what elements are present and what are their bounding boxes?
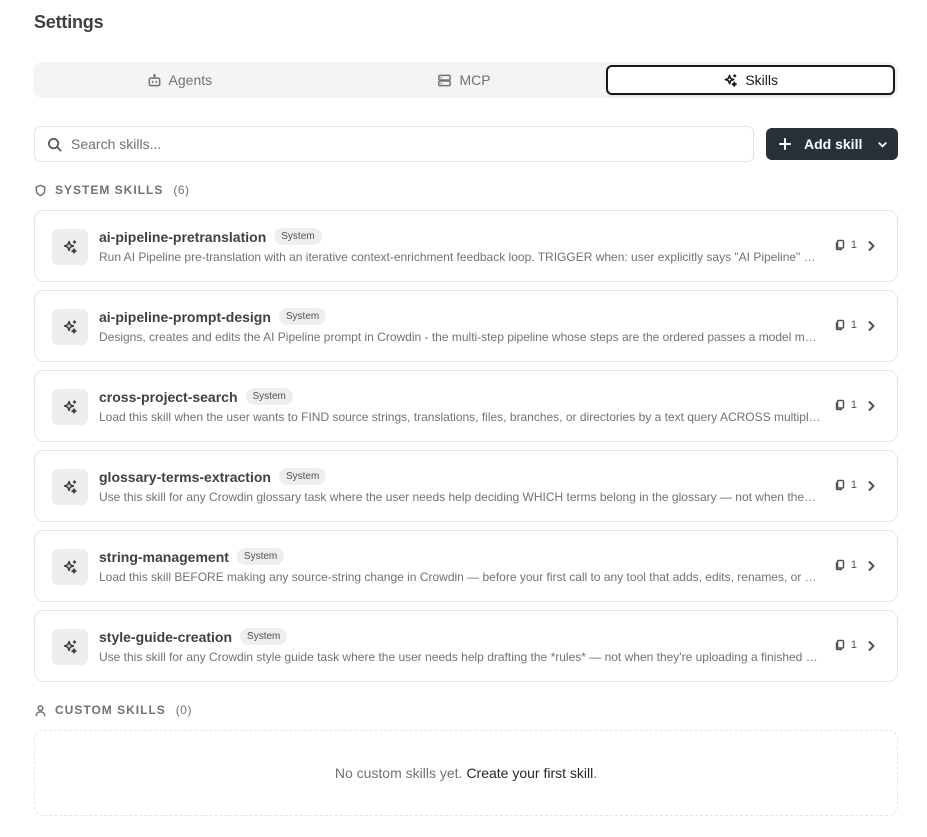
chevron-right-icon[interactable] (864, 559, 878, 573)
file-count: 1 (834, 239, 857, 251)
files-icon (835, 239, 845, 251)
skill-card[interactable]: cross-project-search System Load this sk… (34, 370, 898, 442)
skill-avatar (52, 549, 88, 585)
skill-name: ai-pipeline-prompt-design (99, 308, 271, 325)
create-first-skill-link[interactable]: Create your first skill (466, 765, 593, 781)
tab-skills[interactable]: Skills (606, 65, 896, 95)
tab-agents-label: Agents (168, 72, 213, 88)
empty-state-suffix: . (593, 765, 598, 781)
chevron-right-icon[interactable] (864, 639, 878, 653)
search-input[interactable] (71, 136, 711, 152)
file-count-value: 1 (850, 399, 857, 411)
files-icon (835, 639, 845, 651)
sparkles-icon (63, 560, 77, 574)
tab-mcp-label: MCP (459, 72, 491, 88)
skill-name: cross-project-search (99, 388, 238, 405)
files-icon (835, 399, 845, 411)
files-icon (835, 479, 845, 491)
skill-name: string-management (99, 548, 229, 565)
skill-card[interactable]: ai-pipeline-prompt-design System Designs… (34, 290, 898, 362)
file-count: 1 (834, 399, 857, 411)
file-count-value: 1 (850, 239, 857, 251)
custom-skills-heading: CUSTOM SKILLS (0) (34, 703, 192, 717)
add-skill-button[interactable]: Add skill (766, 128, 898, 160)
file-count: 1 (834, 319, 857, 331)
skill-card[interactable]: ai-pipeline-pretranslation System Run AI… (34, 210, 898, 282)
system-skills-count: (6) (173, 183, 190, 197)
search-icon (48, 137, 62, 151)
server-icon (438, 74, 452, 86)
custom-skills-label: CUSTOM SKILLS (55, 703, 166, 717)
skill-avatar (52, 629, 88, 665)
chevron-down-icon[interactable] (876, 138, 889, 151)
chevron-right-icon[interactable] (864, 239, 878, 253)
sparkles-icon (63, 640, 77, 654)
file-count: 1 (834, 559, 857, 571)
skill-avatar (52, 309, 88, 345)
sparkles-icon (63, 320, 77, 334)
skill-avatar (52, 469, 88, 505)
skill-description: Run AI Pipeline pre-translation with an … (99, 250, 821, 264)
plus-icon (779, 138, 791, 150)
shield-icon (35, 184, 46, 196)
sparkles-icon (63, 400, 77, 414)
skill-description: Load this skill BEFORE making any source… (99, 570, 821, 584)
skill-description: Load this skill when the user wants to F… (99, 410, 821, 424)
skill-description: Designs, creates and edits the AI Pipeli… (99, 330, 821, 344)
skill-name: ai-pipeline-pretranslation (99, 228, 267, 245)
system-badge: System (274, 228, 322, 245)
user-icon (35, 704, 46, 716)
skill-description: Use this skill for any Crowdin glossary … (99, 490, 821, 504)
skill-avatar (52, 229, 88, 265)
search-field[interactable] (34, 126, 754, 162)
empty-state-text: No custom skills yet. (334, 765, 463, 781)
system-skills-heading: SYSTEM SKILLS (6) (34, 183, 190, 197)
skill-card[interactable]: glossary-terms-extraction System Use thi… (34, 450, 898, 522)
custom-skills-count: (0) (175, 703, 192, 717)
add-skill-label: Add skill (804, 136, 863, 152)
system-badge: System (245, 388, 293, 405)
skill-avatar (52, 389, 88, 425)
tab-agents[interactable]: Agents (37, 65, 322, 95)
chevron-right-icon[interactable] (864, 319, 878, 333)
page-title: Settings (34, 12, 104, 32)
chevron-right-icon[interactable] (864, 399, 878, 413)
skill-name: glossary-terms-extraction (99, 468, 271, 485)
system-badge: System (240, 628, 288, 645)
file-count-value: 1 (850, 479, 857, 491)
file-count-value: 1 (850, 559, 857, 571)
system-badge: System (236, 548, 285, 565)
system-skills-list: ai-pipeline-pretranslation System Run AI… (34, 210, 898, 690)
settings-tabs: Agents MCP Skills (34, 62, 898, 98)
system-badge: System (278, 308, 327, 325)
skill-card[interactable]: style-guide-creation System Use this ski… (34, 610, 898, 682)
chevron-right-icon[interactable] (864, 479, 878, 493)
file-count-value: 1 (850, 639, 857, 651)
custom-skills-empty-state: No custom skills yet. Create your first … (34, 730, 898, 816)
sparkles-icon (724, 73, 738, 87)
system-skills-label: SYSTEM SKILLS (55, 183, 164, 197)
file-count: 1 (834, 639, 857, 651)
bot-icon (148, 73, 160, 86)
skill-description: Use this skill for any Crowdin style gui… (99, 650, 821, 664)
files-icon (835, 559, 845, 571)
sparkles-icon (63, 240, 77, 254)
file-count-value: 1 (850, 319, 857, 331)
tab-skills-label: Skills (745, 72, 779, 88)
skill-name: style-guide-creation (99, 628, 233, 645)
files-icon (835, 319, 845, 331)
skill-card[interactable]: string-management System Load this skill… (34, 530, 898, 602)
file-count: 1 (834, 479, 857, 491)
tab-mcp[interactable]: MCP (322, 65, 607, 95)
system-badge: System (278, 468, 327, 485)
sparkles-icon (63, 480, 77, 494)
